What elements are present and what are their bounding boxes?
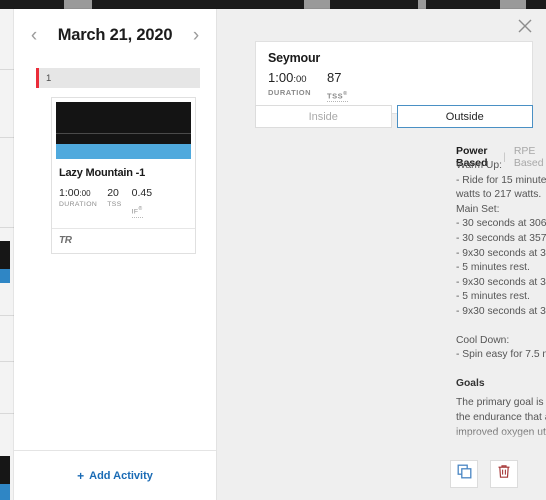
activity-card-title: Lazy Mountain -1 [59,167,146,179]
screenshot-root: ‹ March 21, 2020 › 1 Lazy Mountain -1 1:… [0,0,546,500]
activity-duration-label: DURATION [59,201,98,208]
workout-summary-card: Seymour 1:00:00 DURATION 87 TSS® [255,41,533,114]
duplicate-button[interactable] [450,460,478,488]
workout-metrics: 1:00:00 DURATION 87 TSS® [268,70,520,103]
background-left-strip [0,9,14,500]
background-topbar-segment [64,0,92,9]
activity-card[interactable]: Lazy Mountain -1 1:00:00 DURATION 20 TSS… [51,97,196,254]
duplicate-icon [457,464,472,484]
mainset-heading: Main Set: [456,203,500,215]
thumbnail-power-band [56,144,191,159]
add-activity-button[interactable]: + Add Activity [77,469,153,483]
activity-if-value: 0.45 [131,187,153,199]
date-navigation: ‹ March 21, 2020 › [14,19,216,51]
activity-card-brand: TR [52,228,195,253]
calendar-day-panel: ‹ March 21, 2020 › 1 Lazy Mountain -1 1:… [14,9,217,500]
plus-icon: + [77,468,85,483]
background-topbar-segment [418,0,426,9]
cooldown-line: - Spin easy for 7.5 minutes. [456,349,546,361]
workout-detail-panel: Seymour 1:00:00 DURATION 87 TSS® Inside … [217,9,546,500]
mainset-line: - 9x30 seconds at 382 watts with 30 seco… [456,305,546,317]
workout-tss-label: TSS® [327,90,348,102]
activity-metric-if: 0.45 IF® [131,187,153,218]
delete-icon [497,464,511,484]
mainset-line: - 30 seconds at 357 watts, followed by 3… [456,232,546,244]
workout-metric-duration: 1:00:00 DURATION [268,70,311,103]
workout-description[interactable]: Warm Up: - Ride for 15 minutes gradually… [456,159,546,454]
mainset-line: - 5 minutes rest. [456,291,530,303]
activity-tss-value: 20 [107,187,119,199]
next-day-arrow-icon[interactable]: › [188,26,204,45]
modal-action-bar: Save [420,449,546,500]
background-topbar-segment [500,0,526,9]
workout-duration-label: DURATION [268,88,312,97]
warmup-heading: Warm Up: [456,160,502,171]
workout-duration-value: 1:00:00 [268,70,307,85]
cooldown-heading: Cool Down: [456,334,510,346]
warmup-line: - Ride for 15 minutes gradually raising … [456,174,546,201]
workout-metric-tss: 87 TSS® [327,70,348,103]
activity-duration-value: 1:00:00 [59,187,91,199]
workout-name: Seymour [268,51,321,65]
activity-if-label: IF® [131,204,143,218]
inside-outside-toggle: Inside Outside [255,105,533,128]
close-icon[interactable] [514,15,536,37]
left-panel-footer: + Add Activity [14,450,216,500]
day-summary-bar[interactable]: 1 [36,68,200,88]
workout-graph-thumbnail [56,102,191,159]
goals-text: The primary goal is to improve maximum a… [456,397,546,438]
add-activity-label: Add Activity [89,469,153,482]
mainset-line: - 30 seconds at 306 watts, followed by 3… [456,218,546,230]
activity-tss-label: TSS [107,201,122,208]
day-accent-marker [36,68,39,88]
activity-detail-modal: ‹ March 21, 2020 › 1 Lazy Mountain -1 1:… [14,9,546,500]
mainset-line: - 5 minutes rest. [456,262,530,274]
delete-button[interactable] [490,460,518,488]
mainset-line: - 9x30 seconds at 382 watts with 30 seco… [456,247,546,259]
date-title: March 21, 2020 [57,25,173,44]
toggle-outside[interactable]: Outside [396,105,533,128]
goals-heading: Goals [456,377,485,389]
activity-metric-tss: 20 TSS [107,187,121,218]
activity-metric-duration: 1:00:00 DURATION [59,187,97,218]
thumbnail-divider [56,133,191,134]
previous-day-arrow-icon[interactable]: ‹ [26,26,42,45]
workout-tss-value: 87 [327,70,342,85]
toggle-inside[interactable]: Inside [255,105,392,128]
activity-card-metrics: 1:00:00 DURATION 20 TSS 0.45 IF® [52,179,195,228]
background-topbar [0,0,546,9]
day-activity-count: 1 [46,72,52,84]
mainset-line: - 9x30 seconds at 382 watts with 30 seco… [456,276,546,288]
background-topbar-segment [304,0,330,9]
